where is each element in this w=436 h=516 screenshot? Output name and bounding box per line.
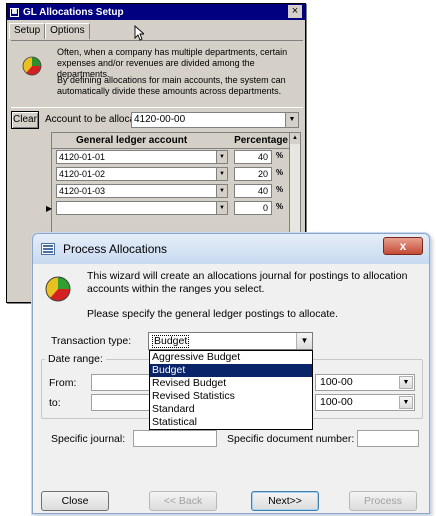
tab-options[interactable]: Options <box>45 23 90 39</box>
specific-document-label: Specific document number: <box>227 433 355 445</box>
grid-row: 4120-01-02 ▼ 20 % <box>52 166 300 183</box>
percent-sign: % <box>276 185 284 194</box>
close-button[interactable]: x <box>383 237 423 255</box>
grid-row: 4120-01-03 ▼ 40 % <box>52 183 300 200</box>
wizard-instruction-text: Please specify the general ledger postin… <box>87 308 338 320</box>
row-percentage-field[interactable]: 40 <box>234 150 272 164</box>
transaction-type-value: Budget <box>152 335 190 348</box>
pa-window-title: Process Allocations <box>63 242 168 256</box>
grid-row: 4120-01-01 ▼ 40 % <box>52 149 300 166</box>
gl-window-title: GL Allocations Setup <box>23 6 124 18</box>
process-button[interactable]: Process <box>349 491 417 511</box>
process-allocations-window: Process Allocations x This wizard will c… <box>32 233 430 514</box>
grid-scrollbar[interactable]: ▲ <box>289 133 300 241</box>
back-button[interactable]: << Back <box>149 491 217 511</box>
row-account-value: 4120-01-02 <box>59 169 106 179</box>
option-standard[interactable]: Standard <box>150 403 312 416</box>
to-account-value: 100-00 <box>320 396 353 408</box>
header-general-ledger-account: General ledger account <box>76 135 188 146</box>
close-wizard-button[interactable]: Close <box>41 491 109 511</box>
to-label: to: <box>49 397 61 409</box>
row-percentage-field[interactable]: 20 <box>234 167 272 181</box>
gl-tab-strip: Setup Options <box>7 23 305 39</box>
chevron-down-icon[interactable]: ▼ <box>399 376 413 389</box>
from-label: From: <box>49 377 77 389</box>
chevron-down-icon[interactable]: ▼ <box>216 151 227 163</box>
tab-setup[interactable]: Setup <box>9 23 46 39</box>
percent-sign: % <box>276 151 284 160</box>
row-percentage-field[interactable]: 0 <box>234 201 272 215</box>
chevron-down-icon[interactable]: ▼ <box>216 202 227 214</box>
to-account-select[interactable]: 100-00 ▼ <box>315 394 415 411</box>
percent-sign: % <box>276 202 284 211</box>
clear-button[interactable]: Clear <box>11 111 39 129</box>
gl-title-bar: ▦ GL Allocations Setup <box>7 4 305 20</box>
chevron-down-icon[interactable]: ▼ <box>296 333 312 349</box>
pie-chart-icon <box>22 56 42 76</box>
account-to-allocate-field[interactable]: 4120-00-00 ▼ <box>131 112 299 128</box>
from-account-select[interactable]: 100-00 ▼ <box>315 374 415 391</box>
window-icon: ▦ <box>10 7 19 17</box>
specific-document-field[interactable] <box>357 430 419 447</box>
header-percentage: Percentage <box>234 135 288 146</box>
from-account-value: 100-00 <box>320 376 353 388</box>
row-account-field[interactable]: ▼ <box>56 201 228 215</box>
transaction-type-options[interactable]: Aggressive Budget Budget Revised Budget … <box>149 350 313 430</box>
row-account-field[interactable]: 4120-01-03 ▼ <box>56 184 228 198</box>
option-revised-budget[interactable]: Revised Budget <box>150 377 312 390</box>
next-button[interactable]: Next>> <box>251 491 319 511</box>
wizard-button-bar: Close << Back Next>> Process <box>33 488 429 514</box>
pa-title-bar: Process Allocations x <box>33 234 429 264</box>
wizard-intro-text: This wizard will create an allocations j… <box>87 270 408 295</box>
specific-journal-field[interactable] <box>133 430 217 447</box>
option-aggressive-budget[interactable]: Aggressive Budget <box>150 351 312 364</box>
current-row-indicator-icon: ▶ <box>46 204 53 213</box>
close-icon[interactable]: × <box>288 5 302 18</box>
chevron-down-icon[interactable]: ▼ <box>216 168 227 180</box>
grid-header: General ledger account Percentage <box>52 133 300 149</box>
grid-row: ▶ ▼ 0 % <box>46 200 300 217</box>
form-icon <box>41 243 55 255</box>
row-account-value: 4120-01-03 <box>59 186 106 196</box>
row-account-field[interactable]: 4120-01-02 ▼ <box>56 167 228 181</box>
account-to-allocate-value: 4120-00-00 <box>134 114 186 125</box>
specific-journal-label: Specific journal: <box>51 433 126 445</box>
transaction-type-label: Transaction type: <box>51 335 132 347</box>
allocation-grid: General ledger account Percentage 4120-0… <box>46 132 301 242</box>
chevron-down-icon[interactable]: ▼ <box>399 396 413 409</box>
row-account-value: 4120-01-01 <box>59 152 106 162</box>
row-account-field[interactable]: 4120-01-01 ▼ <box>56 150 228 164</box>
mouse-cursor-icon <box>134 25 144 41</box>
option-statistical[interactable]: Statistical <box>150 416 312 429</box>
chevron-up-icon[interactable]: ▲ <box>290 133 300 144</box>
pie-chart-icon <box>45 276 71 302</box>
chevron-down-icon[interactable]: ▼ <box>216 185 227 197</box>
transaction-type-select[interactable]: Budget ▼ <box>148 332 313 350</box>
gl-description-text-2: By defining allocations for main account… <box>57 75 286 96</box>
date-range-label: Date range: <box>45 353 106 365</box>
option-budget[interactable]: Budget <box>150 364 312 377</box>
chevron-down-icon[interactable]: ▼ <box>285 113 298 127</box>
row-percentage-field[interactable]: 40 <box>234 184 272 198</box>
option-revised-statistics[interactable]: Revised Statistics <box>150 390 312 403</box>
gl-account-row: Clear Account to be allocated: 4120-00-0… <box>11 110 303 130</box>
gl-description-panel: Often, when a company has multiple depar… <box>11 40 303 108</box>
percent-sign: % <box>276 168 284 177</box>
